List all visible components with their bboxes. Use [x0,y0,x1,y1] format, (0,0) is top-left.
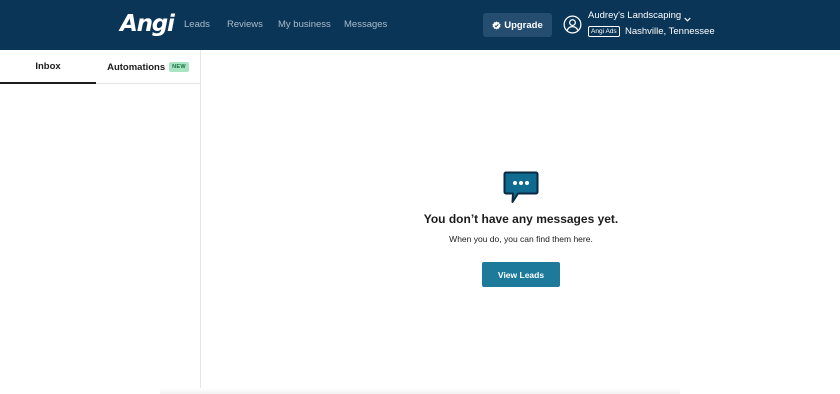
angi-logo[interactable]: Angi [120,9,175,39]
verified-badge-icon [492,20,501,30]
tab-inbox-label: Inbox [35,60,61,72]
top-navigation-bar: Angi Leads Reviews My business Messages … [0,0,840,50]
view-leads-button[interactable]: View Leads [482,262,560,287]
tab-automations[interactable]: Automations NEW [96,50,200,84]
nav-leads[interactable]: Leads [184,18,210,31]
empty-state-title: You don’t have any messages yet. [423,212,619,226]
tab-automations-label: Automations [107,61,166,73]
new-badge: NEW [169,62,189,72]
nav-reviews[interactable]: Reviews [227,18,263,31]
nav-my-business[interactable]: My business [278,18,331,31]
nav-messages[interactable]: Messages [344,18,387,31]
chevron-down-icon [684,14,691,22]
account-name: Audrey's Landscaping [588,10,682,21]
chat-bubble-icon [503,171,539,205]
upgrade-label: Upgrade [504,19,543,31]
upgrade-button[interactable]: Upgrade [483,13,552,37]
angi-ads-tag: Angi Ads [588,26,620,37]
user-circle-icon[interactable] [563,15,582,34]
account-location: Nashville, Tennessee [625,26,715,37]
tab-inbox[interactable]: Inbox [0,50,96,84]
page-bottom-shadow [160,388,680,394]
conversation-sidebar: Inbox Automations NEW [0,50,201,394]
empty-state-subtitle: When you do, you can find them here. [449,234,593,244]
sidebar-tabs: Inbox Automations NEW [0,50,200,84]
account-menu[interactable]: Audrey's Landscaping [588,10,691,22]
